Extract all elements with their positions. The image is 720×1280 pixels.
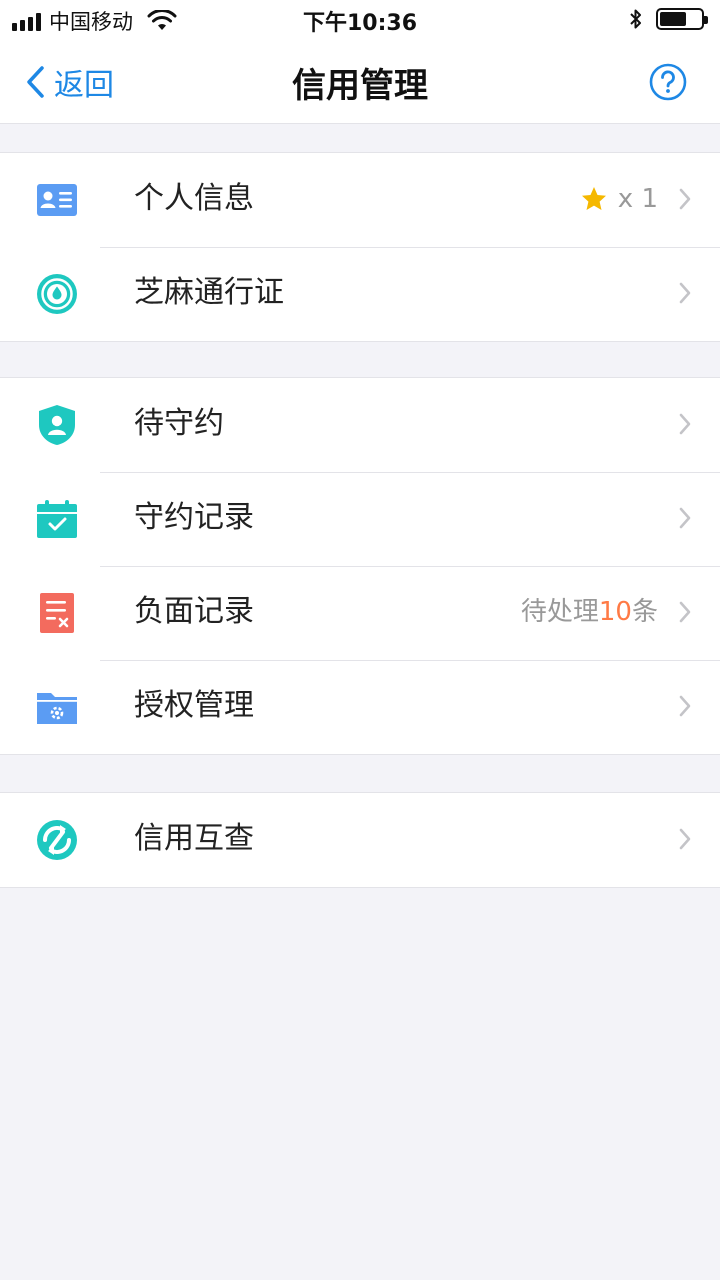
menu-item-pending-commitments[interactable]: 待守约 xyxy=(0,378,720,472)
nav-bar: 返回 信用管理 xyxy=(0,40,720,124)
menu-item-label: 信用互查 xyxy=(134,821,254,856)
menu-item-label: 授权管理 xyxy=(134,688,254,723)
status-right xyxy=(628,7,708,31)
id-card-icon xyxy=(37,184,77,216)
app: 中国移动 下午10:36 返回 信用管理 个人信息 x 1 芝麻通行证 待守约 … xyxy=(0,0,720,1280)
menu-item-label: 个人信息 xyxy=(134,181,254,216)
pending-prefix: 待处理 xyxy=(520,597,599,627)
menu-item-label: 守约记录 xyxy=(134,500,254,535)
chevron-right-icon xyxy=(679,413,691,435)
pending-status: 待处理10条 xyxy=(521,594,658,630)
bluetooth-icon xyxy=(630,9,641,29)
menu-item-negative-records[interactable]: 负面记录 待处理10条 xyxy=(0,566,720,660)
help-icon[interactable] xyxy=(648,62,688,102)
chevron-right-icon xyxy=(679,601,691,623)
menu-item-sesame-pass[interactable]: 芝麻通行证 xyxy=(0,247,720,341)
star-count: x 1 xyxy=(617,184,658,214)
negative-record-icon xyxy=(40,593,74,633)
star-icon xyxy=(581,187,606,210)
chevron-right-icon xyxy=(679,695,691,717)
pending-suffix: 条 xyxy=(631,597,658,627)
chevron-right-icon xyxy=(679,507,691,529)
status-time: 下午10:36 xyxy=(302,11,418,36)
chevron-right-icon xyxy=(679,188,691,210)
menu-item-label: 待守约 xyxy=(134,406,224,441)
shield-user-icon xyxy=(39,405,75,445)
star-badge: x 1 xyxy=(580,181,658,217)
page-title: 信用管理 xyxy=(292,66,428,106)
menu-group-mutual-check: 信用互查 xyxy=(0,792,720,888)
menu-item-authorization[interactable]: 授权管理 xyxy=(0,660,720,754)
status-bar: 中国移动 下午10:36 xyxy=(0,0,720,40)
chevron-right-icon xyxy=(679,282,691,304)
battery-icon xyxy=(656,8,708,30)
pending-count: 10 xyxy=(598,597,632,627)
menu-group-profile: 个人信息 x 1 芝麻通行证 xyxy=(0,152,720,342)
menu-item-mutual-credit-check[interactable]: 信用互查 xyxy=(0,793,720,887)
menu-item-label: 芝麻通行证 xyxy=(134,275,284,310)
calendar-check-icon xyxy=(37,500,77,538)
menu-item-commitment-records[interactable]: 守约记录 xyxy=(0,472,720,566)
chevron-right-icon xyxy=(679,828,691,850)
sesame-pass-icon xyxy=(37,274,77,314)
menu-item-personal-info[interactable]: 个人信息 x 1 xyxy=(0,153,720,247)
mutual-check-icon xyxy=(37,820,77,860)
menu-group-records: 待守约 守约记录 负面记录 待处理10条 授权管理 xyxy=(0,377,720,755)
folder-settings-icon xyxy=(37,693,77,724)
menu-item-label: 负面记录 xyxy=(134,594,254,629)
